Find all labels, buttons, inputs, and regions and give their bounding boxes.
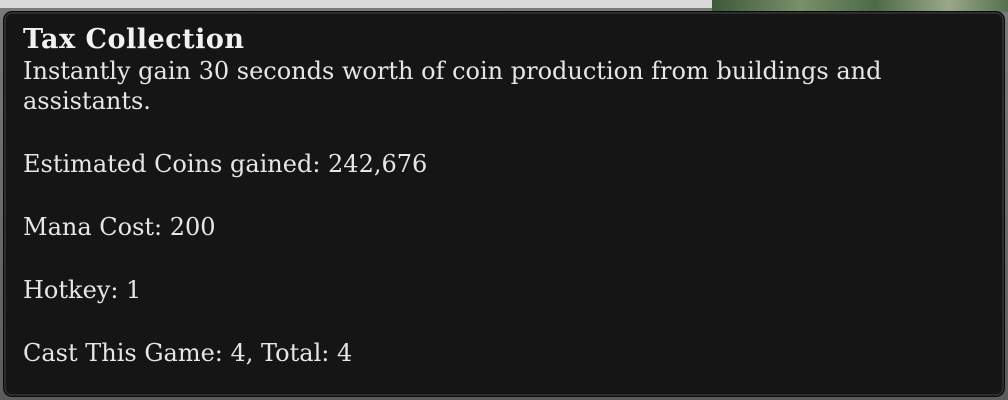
- cast-count-text: Cast This Game: 4, Total: 4: [23, 339, 353, 367]
- spell-description: Instantly gain 30 seconds worth of coin …: [23, 57, 882, 115]
- top-panel-edge: [0, 0, 712, 8]
- mana-cost-text: Mana Cost: 200: [23, 213, 216, 241]
- spell-tooltip: Tax Collection Instantly gain 30 seconds…: [4, 12, 1004, 396]
- game-scenery: [712, 0, 1008, 12]
- estimated-coins-text: Estimated Coins gained: 242,676: [23, 150, 428, 178]
- spell-title: Tax Collection: [23, 24, 245, 55]
- hotkey-text: Hotkey: 1: [23, 276, 142, 304]
